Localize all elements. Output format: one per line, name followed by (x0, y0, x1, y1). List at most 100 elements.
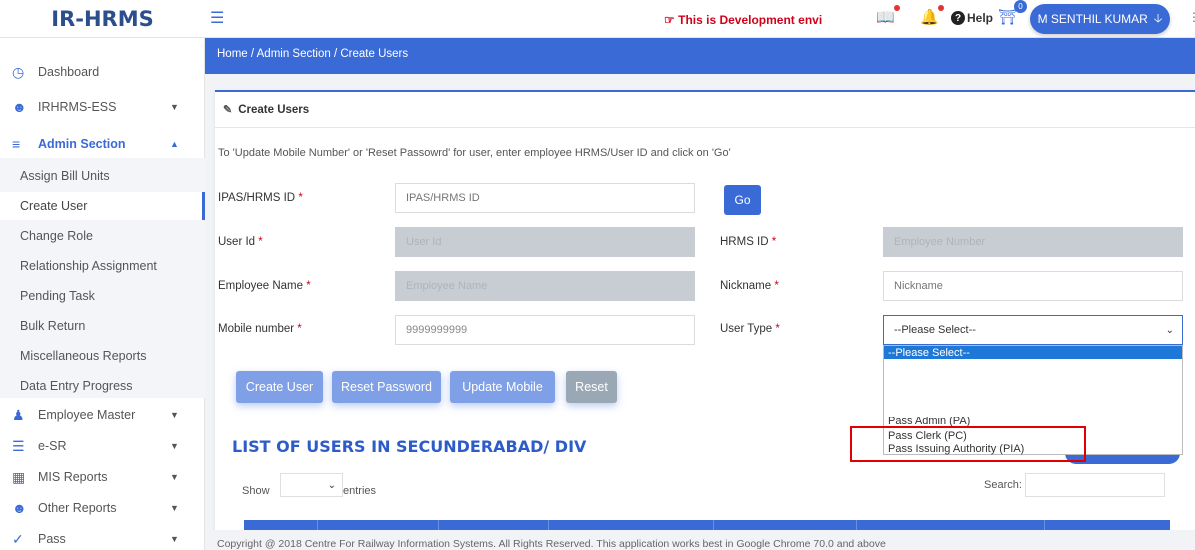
sidebar-subitem-pending-task[interactable]: Pending Task (0, 282, 205, 310)
menu-toggle-icon[interactable]: ☰ (210, 8, 224, 28)
user-type-select[interactable]: --Please Select-- ⌄ (883, 315, 1183, 345)
user-menu-button[interactable]: M SENTHIL KUMAR 🡣 (1030, 4, 1170, 34)
required-mark: * (771, 236, 777, 248)
entries-label: entries (343, 485, 377, 497)
instruction-note: To 'Update Mobile Number' or 'Reset Pass… (218, 147, 731, 159)
employee-name-field: Employee Name (395, 271, 695, 301)
sidebar-item-label: Other Reports (38, 501, 117, 515)
factory-icon[interactable]: ⛩ (998, 8, 1017, 26)
sidebar-item-label: Admin Section (38, 137, 126, 151)
user-id-field: User Id (395, 227, 695, 257)
required-mark: * (258, 236, 263, 248)
sidebar-item-label: MIS Reports (38, 470, 108, 484)
caret-down-icon: ▼ (170, 441, 179, 451)
user-circle-icon: ☻ (12, 99, 27, 115)
go-button[interactable]: Go (724, 185, 761, 215)
entries-select[interactable]: ⌄ (280, 473, 343, 497)
caret-down-icon: ▼ (170, 472, 179, 482)
ticket-icon: ✓ (12, 530, 24, 547)
sidebar-item-label: Dashboard (38, 65, 100, 79)
user-circle-icon: ☻ (12, 500, 27, 516)
required-mark: * (774, 280, 779, 292)
more-options-icon[interactable]: ⋮ (1188, 10, 1195, 24)
users-icon: ♟ (12, 406, 25, 423)
reset-button[interactable]: Reset (566, 371, 617, 403)
nickname-label: Nickname * (720, 280, 779, 292)
hrms-id-field: Employee Number (883, 227, 1183, 257)
sidebar-subitem-assign-bill-units[interactable]: Assign Bill Units (0, 162, 205, 190)
caret-down-icon: ▼ (170, 102, 179, 112)
search-input[interactable] (1025, 473, 1165, 497)
sidebar-item-admin-section[interactable]: ≡ Admin Section ▲ (0, 130, 205, 158)
notification-bell-icon[interactable]: 🔔 (920, 5, 944, 26)
select-value: --Please Select-- (894, 324, 976, 336)
ipas-hrms-id-input[interactable] (395, 183, 695, 213)
caret-down-icon: ▼ (170, 410, 179, 420)
sidebar-item-mis-reports[interactable]: ▦ MIS Reports ▼ (0, 463, 205, 491)
sidebar-subitem-misc-reports[interactable]: Miscellaneous Reports (0, 342, 205, 370)
sidebar-subitem-data-entry-progress[interactable]: Data Entry Progress (0, 372, 205, 400)
hand-pointer-icon: ☞ (664, 13, 675, 27)
sidebar-item-employee-master[interactable]: ♟ Employee Master ▼ (0, 401, 205, 429)
sidebar-subitem-create-user[interactable]: Create User (0, 192, 205, 220)
reset-password-button[interactable]: Reset Password (332, 371, 441, 403)
dev-notice-text: This is Development envi (678, 13, 823, 27)
arrow-down-icon: 🡣 (1153, 10, 1163, 25)
card-title: Create Users (238, 103, 310, 116)
chevron-down-icon: ⌄ (1165, 324, 1174, 336)
nickname-input[interactable] (883, 271, 1183, 301)
sidebar: ◷ Dashboard ☻ IRHRMS-ESS ▼ ≡ Admin Secti… (0, 38, 205, 550)
sidebar-item-label: IRHRMS-ESS (38, 100, 117, 114)
dev-notice: ☞ This is Development envi (664, 13, 822, 27)
label-text: Employee Name (218, 280, 304, 292)
sidebar-item-e-sr[interactable]: ☰ e-SR ▼ (0, 432, 205, 460)
mobile-number-input[interactable]: 9999999999 (395, 315, 695, 345)
help-button[interactable]: ? Help (951, 11, 993, 25)
help-label: Help (967, 11, 994, 25)
dropdown-option[interactable]: --Please Select-- (884, 346, 1182, 359)
edit-icon: ✎ (223, 104, 233, 116)
mobile-label: Mobile number * (218, 323, 302, 335)
sidebar-subitem-relationship-assignment[interactable]: Relationship Assignment (0, 252, 205, 280)
userid-label: User Id * (218, 236, 263, 248)
ipas-label: IPAS/HRMS ID * (218, 192, 303, 204)
chevron-down-icon: ⌄ (327, 479, 336, 491)
sidebar-subitem-change-role[interactable]: Change Role (0, 222, 205, 250)
sidebar-item-irhrms-ess[interactable]: ☻ IRHRMS-ESS ▼ (0, 93, 205, 121)
label-text: Nickname (720, 280, 772, 292)
sidebar-item-other-reports[interactable]: ☻ Other Reports ▼ (0, 494, 205, 522)
notification-count-badge: 0 (1014, 0, 1027, 13)
sidebar-item-dashboard[interactable]: ◷ Dashboard (0, 58, 205, 86)
highlight-box (850, 426, 1086, 462)
create-users-card: ✎ Create Users To 'Update Mobile Number'… (215, 90, 1195, 532)
sidebar-item-pass[interactable]: ✓ Pass ▼ (0, 525, 205, 550)
create-user-button[interactable]: Create User (236, 371, 323, 403)
sidebar-item-label: e-SR (38, 439, 67, 453)
top-bar: IR-HRMS ☰ ☞ This is Development envi 📖 🔔… (0, 0, 1195, 38)
app-logo[interactable]: IR-HRMS (0, 0, 205, 38)
caret-down-icon: ▼ (170, 503, 179, 513)
footer: Copyright @ 2018 Centre For Railway Info… (205, 530, 1195, 550)
label-text: HRMS ID (720, 236, 769, 248)
breadcrumb[interactable]: Home / Admin Section / Create Users (205, 38, 1195, 74)
sidebar-subitem-bulk-return[interactable]: Bulk Return (0, 312, 205, 340)
sidebar-item-label: Employee Master (38, 408, 136, 422)
update-mobile-button[interactable]: Update Mobile (450, 371, 555, 403)
gauge-icon: ◷ (12, 63, 25, 80)
database-icon: ☰ (12, 437, 25, 454)
card-header: ✎ Create Users (215, 92, 1195, 128)
show-label: Show (242, 485, 270, 497)
language-icon[interactable]: 📖 (876, 5, 900, 26)
label-text: Mobile number (218, 323, 295, 335)
label-text: User Type (720, 323, 773, 335)
question-icon: ? (951, 11, 965, 25)
sidebar-item-label: Pass (38, 532, 66, 546)
search-label: Search: (984, 479, 1022, 491)
list-icon: ≡ (12, 136, 21, 152)
caret-up-icon: ▲ (170, 139, 179, 149)
hrmsid-label: HRMS ID * (720, 236, 776, 248)
required-mark: * (297, 323, 302, 335)
caret-down-icon: ▼ (170, 534, 179, 544)
table-icon: ▦ (12, 468, 26, 485)
user-type-label: User Type * (720, 323, 780, 335)
